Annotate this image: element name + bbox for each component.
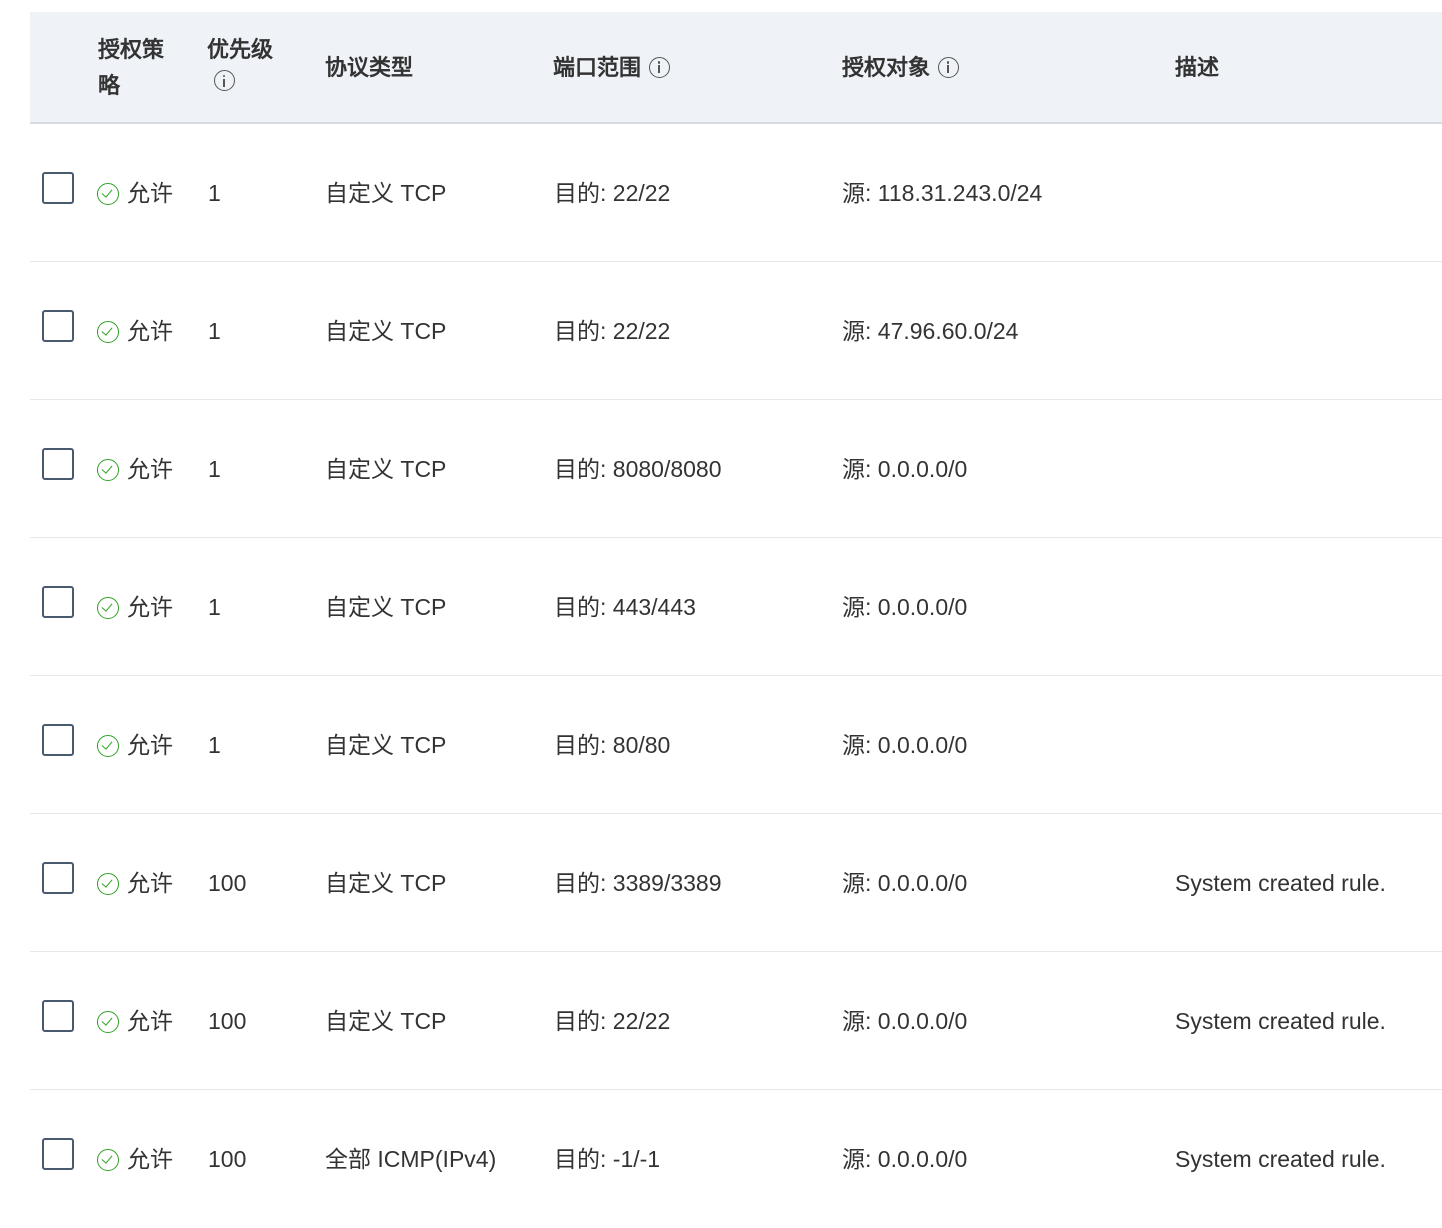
description-cell: System created rule. (1175, 870, 1386, 896)
auth-object-cell: 源: 0.0.0.0/0 (842, 1008, 968, 1034)
table-row: 允许 1 自定义 TCP 目的: 8080/8080 源: 0.0.0.0/0 (30, 400, 1442, 538)
policy-label: 允许 (127, 1008, 173, 1034)
header-priority-label: 优先级 (207, 37, 274, 62)
priority-cell: 1 (208, 318, 221, 344)
priority-cell: 100 (208, 1146, 247, 1172)
port-range-cell: 目的: 22/22 (554, 180, 671, 206)
port-range-cell: 目的: 22/22 (554, 318, 671, 344)
table-row: 允许 1 自定义 TCP 目的: 443/443 源: 0.0.0.0/0 (30, 538, 1442, 676)
priority-cell: 100 (208, 870, 247, 896)
security-group-rules-table: 授权策略 优先级 协议类型 端口范围 授权对象 描述 允许 1 自定义 TCP … (30, 12, 1442, 1228)
policy-label: 允许 (127, 594, 173, 620)
protocol-cell: 自定义 TCP (325, 180, 447, 206)
policy-cell: 允许 (97, 1090, 173, 1228)
table-row: 允许 100 全部 ICMP(IPv4) 目的: -1/-1 源: 0.0.0.… (30, 1090, 1442, 1228)
port-range-cell: 目的: 80/80 (554, 732, 671, 758)
protocol-cell: 自定义 TCP (325, 456, 447, 482)
policy-cell: 允许 (97, 814, 173, 952)
auth-object-cell: 源: 0.0.0.0/0 (842, 594, 968, 620)
protocol-cell: 全部 ICMP(IPv4) (325, 1146, 497, 1172)
check-circle-icon (97, 596, 119, 619)
header-priority: 优先级 (207, 32, 297, 91)
protocol-cell: 自定义 TCP (325, 870, 447, 896)
info-icon[interactable] (938, 56, 960, 78)
table-row: 允许 1 自定义 TCP 目的: 22/22 源: 118.31.243.0/2… (30, 124, 1442, 262)
auth-object-cell: 源: 0.0.0.0/0 (842, 732, 968, 758)
row-checkbox[interactable] (42, 586, 74, 618)
table-row: 允许 1 自定义 TCP 目的: 22/22 源: 47.96.60.0/24 (30, 262, 1442, 400)
policy-label: 允许 (127, 1146, 173, 1172)
auth-object-cell: 源: 0.0.0.0/0 (842, 456, 968, 482)
table-row: 允许 100 自定义 TCP 目的: 3389/3389 源: 0.0.0.0/… (30, 814, 1442, 952)
check-circle-icon (97, 320, 119, 343)
auth-object-cell: 源: 0.0.0.0/0 (842, 870, 968, 896)
auth-object-cell: 源: 0.0.0.0/0 (842, 1146, 968, 1172)
auth-object-cell: 源: 47.96.60.0/24 (842, 318, 1019, 344)
protocol-cell: 自定义 TCP (325, 594, 447, 620)
description-cell: System created rule. (1175, 1008, 1386, 1034)
protocol-cell: 自定义 TCP (325, 318, 447, 344)
description-cell: System created rule. (1175, 1146, 1386, 1172)
check-circle-icon (97, 182, 119, 205)
header-description: 描述 (1175, 55, 1220, 80)
auth-object-cell: 源: 118.31.243.0/24 (842, 180, 1043, 206)
port-range-cell: 目的: -1/-1 (554, 1146, 661, 1172)
policy-cell: 允许 (97, 262, 173, 400)
check-circle-icon (97, 458, 119, 481)
info-icon[interactable] (214, 70, 235, 91)
policy-label: 允许 (127, 456, 173, 482)
port-range-cell: 目的: 22/22 (554, 1008, 671, 1034)
policy-cell: 允许 (97, 952, 173, 1090)
policy-cell: 允许 (97, 676, 173, 814)
row-checkbox[interactable] (42, 724, 74, 756)
table-header: 授权策略 优先级 协议类型 端口范围 授权对象 描述 (30, 12, 1442, 124)
header-protocol: 协议类型 (325, 55, 414, 80)
priority-cell: 1 (208, 180, 221, 206)
row-checkbox[interactable] (42, 448, 74, 480)
policy-cell: 允许 (97, 124, 173, 262)
check-circle-icon (97, 734, 119, 757)
row-checkbox[interactable] (42, 172, 74, 204)
row-checkbox[interactable] (42, 862, 74, 894)
header-auth-object-label: 授权对象 (842, 55, 931, 80)
port-range-cell: 目的: 8080/8080 (554, 456, 722, 482)
policy-label: 允许 (127, 732, 173, 758)
policy-label: 允许 (127, 318, 173, 344)
table-body: 允许 1 自定义 TCP 目的: 22/22 源: 118.31.243.0/2… (30, 124, 1442, 1228)
priority-cell: 1 (208, 456, 221, 482)
row-checkbox[interactable] (42, 310, 74, 342)
info-icon[interactable] (649, 56, 671, 78)
row-checkbox[interactable] (42, 1138, 74, 1170)
check-circle-icon (97, 1148, 119, 1171)
policy-label: 允许 (127, 180, 173, 206)
policy-cell: 允许 (97, 400, 173, 538)
header-auth-object: 授权对象 (842, 50, 960, 86)
priority-cell: 1 (208, 594, 221, 620)
protocol-cell: 自定义 TCP (325, 1008, 447, 1034)
check-circle-icon (97, 872, 119, 895)
policy-label: 允许 (127, 870, 173, 896)
row-checkbox[interactable] (42, 1000, 74, 1032)
table-row: 允许 100 自定义 TCP 目的: 22/22 源: 0.0.0.0/0 Sy… (30, 952, 1442, 1090)
port-range-cell: 目的: 3389/3389 (554, 870, 722, 896)
policy-cell: 允许 (97, 538, 173, 676)
header-policy: 授权策略 (98, 37, 165, 98)
header-port-range: 端口范围 (553, 50, 671, 86)
priority-cell: 1 (208, 732, 221, 758)
priority-cell: 100 (208, 1008, 247, 1034)
table-row: 允许 1 自定义 TCP 目的: 80/80 源: 0.0.0.0/0 (30, 676, 1442, 814)
header-port-range-label: 端口范围 (553, 55, 642, 80)
protocol-cell: 自定义 TCP (325, 732, 447, 758)
port-range-cell: 目的: 443/443 (554, 594, 696, 620)
check-circle-icon (97, 1010, 119, 1033)
